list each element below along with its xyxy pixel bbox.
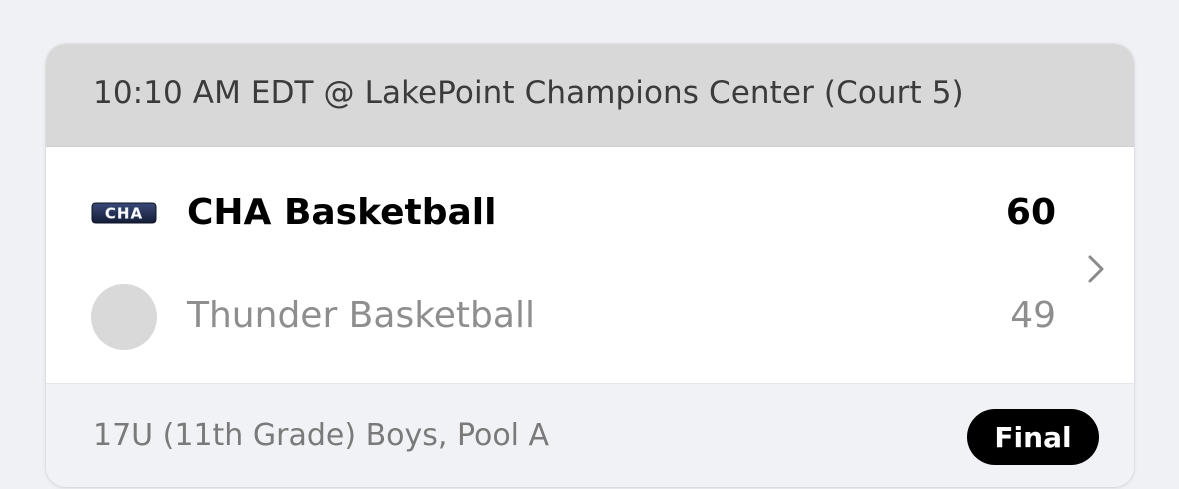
away-team-row: Thunder Basketball 49	[46, 281, 1056, 351]
away-team-name: Thunder Basketball	[187, 295, 535, 336]
game-footer: 17U (11th Grade) Boys, Pool A Final	[46, 383, 1134, 487]
game-header: 10:10 AM EDT @ LakePoint Champions Cente…	[46, 44, 1134, 147]
game-time-location: 10:10 AM EDT @ LakePoint Champions Cente…	[93, 75, 964, 111]
division-label: 17U (11th Grade) Boys, Pool A	[93, 418, 550, 453]
status-badge: Final	[967, 409, 1099, 465]
cha-logo-text: CHA	[105, 205, 143, 223]
home-team-row: CHA CHA Basketball 60	[46, 178, 1056, 248]
chevron-right-icon[interactable]	[1084, 253, 1108, 285]
cha-team-logo: CHA	[91, 202, 157, 224]
home-team-score: 60	[1005, 192, 1056, 233]
game-card[interactable]: 10:10 AM EDT @ LakePoint Champions Cente…	[46, 44, 1134, 487]
home-team-name: CHA Basketball	[187, 192, 497, 233]
away-team-score: 49	[1010, 295, 1056, 336]
away-team-logo-placeholder	[91, 284, 157, 350]
game-matchup: CHA CHA Basketball 60 Thunder Basketball…	[46, 147, 1134, 383]
